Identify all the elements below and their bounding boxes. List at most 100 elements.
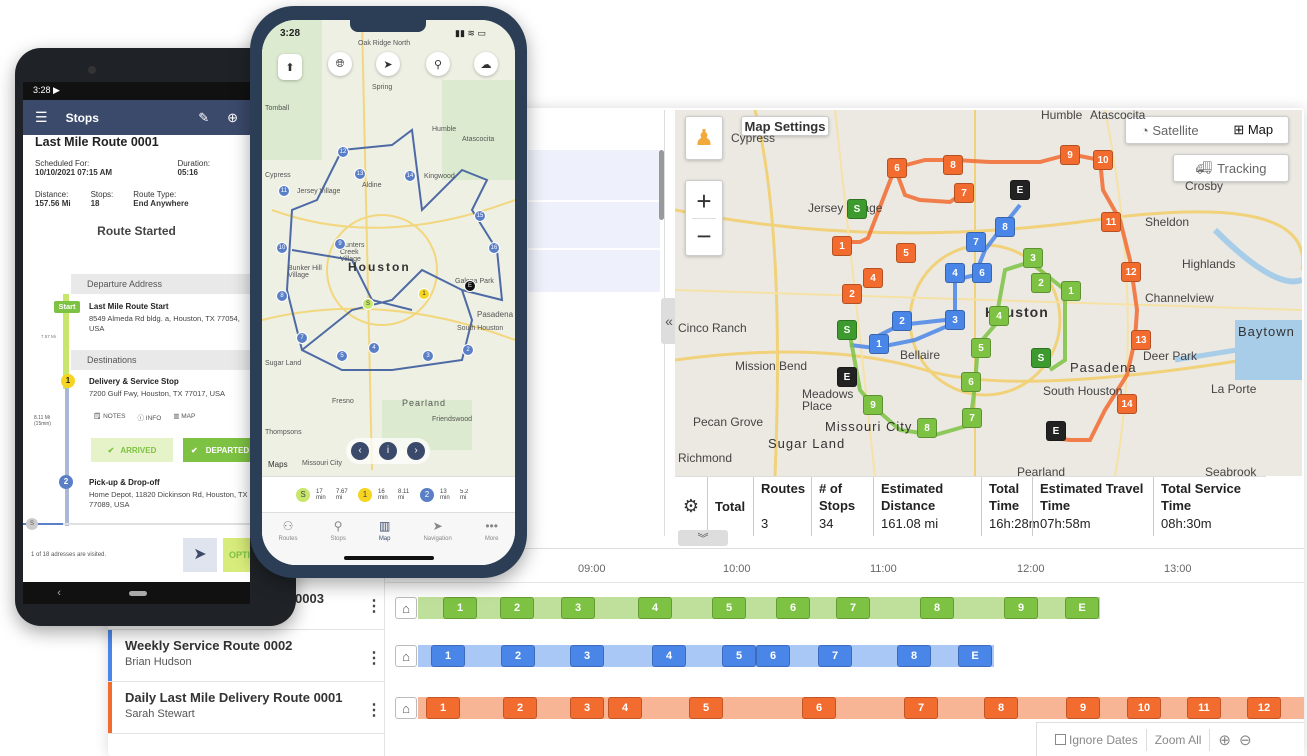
timeline-stop-chip[interactable]: 4 bbox=[638, 597, 672, 619]
route-menu-icon[interactable]: ⋮ bbox=[366, 700, 382, 720]
route-pin[interactable]: 3 bbox=[422, 350, 434, 362]
route-pin[interactable]: 11 bbox=[278, 185, 290, 197]
weather-icon[interactable]: ☁ bbox=[474, 52, 498, 76]
timeline-stop-chip[interactable]: 10 bbox=[1127, 697, 1161, 719]
route-map[interactable]: ♟ Map Settings + − ◔ Satellite ⊞ Map 🚚︎ T… bbox=[675, 110, 1302, 476]
map-stop-pin[interactable]: 3 bbox=[1023, 248, 1043, 268]
arrived-button[interactable]: ✔ ARRIVED bbox=[91, 438, 173, 462]
timeline-stop-chip[interactable]: 1 bbox=[431, 645, 465, 667]
route-row-name[interactable]: Daily Last Mile Delivery Route 0001 Sara… bbox=[108, 682, 384, 734]
map-stop-pin[interactable]: 7 bbox=[954, 183, 974, 203]
satellite-button[interactable]: ◔ Satellite bbox=[1141, 123, 1199, 138]
timeline-stop-chip[interactable]: 5 bbox=[689, 697, 723, 719]
timeline-stop-chip[interactable]: 5 bbox=[712, 597, 746, 619]
map-stop-pin[interactable]: 4 bbox=[863, 268, 883, 288]
timeline-stop-chip[interactable]: 3 bbox=[561, 597, 595, 619]
map-end-pin[interactable]: E bbox=[837, 367, 857, 387]
map-stop-pin[interactable]: 6 bbox=[961, 372, 981, 392]
route-pin[interactable]: 8 bbox=[276, 290, 288, 302]
timeline-stop-chip[interactable]: 3 bbox=[570, 645, 604, 667]
route-pin[interactable]: 13 bbox=[354, 168, 366, 180]
route-pin[interactable]: 15 bbox=[474, 210, 486, 222]
route-pin[interactable]: S bbox=[362, 298, 374, 310]
next-icon[interactable]: › bbox=[407, 442, 425, 460]
timeline-stop-chip[interactable]: 8 bbox=[984, 697, 1018, 719]
map-stop-pin[interactable]: 3 bbox=[945, 310, 965, 330]
navigate-icon[interactable]: ➤ bbox=[183, 538, 217, 572]
timeline-stop-chip[interactable]: E bbox=[1065, 597, 1099, 619]
map-stop-pin[interactable]: 8 bbox=[943, 155, 963, 175]
route-menu-icon[interactable]: ⋮ bbox=[366, 596, 382, 616]
back-icon[interactable]: ‹ bbox=[57, 587, 61, 599]
zoom-in-icon[interactable]: ⊕ bbox=[1218, 731, 1231, 749]
optimize-button[interactable]: OPTI bbox=[223, 538, 250, 572]
timeline-stop-chip[interactable]: 6 bbox=[756, 645, 790, 667]
timeline-stop-chip[interactable]: 7 bbox=[818, 645, 852, 667]
expand-timeline-button[interactable]: ︾ bbox=[678, 530, 728, 546]
timeline-stop-chip[interactable]: 2 bbox=[500, 597, 534, 619]
map-stop-pin[interactable]: 11 bbox=[1101, 212, 1121, 232]
map-stop-pin[interactable]: 1 bbox=[869, 334, 889, 354]
map-stop-pin[interactable]: 14 bbox=[1117, 394, 1137, 414]
map-end-pin[interactable]: E bbox=[1046, 421, 1066, 441]
map-stop-pin[interactable]: 5 bbox=[971, 338, 991, 358]
menu-icon[interactable]: ☰ bbox=[35, 109, 48, 126]
timeline-stop-chip[interactable]: 12 bbox=[1247, 697, 1281, 719]
timeline-stop-chip[interactable]: 6 bbox=[776, 597, 810, 619]
timeline-stop-chip[interactable]: 1 bbox=[443, 597, 477, 619]
tracking-button[interactable]: 🚚︎ Tracking bbox=[1173, 154, 1289, 182]
tab-more[interactable]: ••• More bbox=[485, 519, 499, 565]
timeline-stop-chip[interactable]: 6 bbox=[802, 697, 836, 719]
map-button[interactable]: ▥ MAP bbox=[173, 412, 195, 422]
map-stop-pin[interactable]: S bbox=[1031, 348, 1051, 368]
map-stop-pin[interactable]: 9 bbox=[1060, 145, 1080, 165]
map-stop-pin[interactable]: 8 bbox=[917, 418, 937, 438]
timeline-stop-chip[interactable]: 1 bbox=[426, 697, 460, 719]
zoom-all-button[interactable]: Zoom All bbox=[1155, 733, 1202, 747]
home-icon[interactable]: ⌂ bbox=[395, 597, 417, 619]
tab-routes[interactable]: ⚇ Routes bbox=[278, 519, 297, 565]
timeline-stop-chip[interactable]: 4 bbox=[608, 697, 642, 719]
home-icon[interactable]: ⌂ bbox=[395, 697, 417, 719]
route-pin[interactable]: 7 bbox=[296, 332, 308, 344]
route-pin[interactable]: 4 bbox=[368, 342, 380, 354]
route-pin[interactable]: E bbox=[464, 280, 476, 292]
gear-icon[interactable]: ⚙ bbox=[675, 477, 707, 536]
compass-icon[interactable]: ⬆ bbox=[278, 54, 302, 80]
map-stop-pin[interactable]: 7 bbox=[962, 408, 982, 428]
map-stop-pin[interactable]: 1 bbox=[1061, 281, 1081, 301]
route-pin[interactable]: 14 bbox=[404, 170, 416, 182]
zoom-in-button[interactable]: + bbox=[696, 186, 711, 216]
timeline-stop-chip[interactable]: E bbox=[958, 645, 992, 667]
map-stop-pin[interactable]: 12 bbox=[1121, 262, 1141, 282]
route-pin[interactable]: 10 bbox=[276, 242, 288, 254]
prev-icon[interactable]: ‹ bbox=[351, 442, 369, 460]
location-icon[interactable]: ➤ bbox=[376, 52, 400, 76]
map-stop-pin[interactable]: 9 bbox=[863, 395, 883, 415]
timeline-stop-chip[interactable]: 7 bbox=[904, 697, 938, 719]
route-pin[interactable]: 5 bbox=[336, 350, 348, 362]
map-stop-pin[interactable]: 6 bbox=[887, 158, 907, 178]
zoom-out-icon[interactable]: ⊖ bbox=[1239, 731, 1252, 749]
map-stop-pin[interactable]: 1 bbox=[832, 236, 852, 256]
info-icon[interactable]: i bbox=[379, 442, 397, 460]
route-pin[interactable]: 1 bbox=[418, 288, 430, 300]
timeline-stop-chip[interactable]: 11 bbox=[1187, 697, 1221, 719]
map-stop-pin[interactable]: 6 bbox=[972, 263, 992, 283]
map-stop-pin[interactable]: 5 bbox=[896, 243, 916, 263]
street-view-pegman-icon[interactable]: ♟ bbox=[685, 116, 723, 160]
edit-icon[interactable]: ✎ bbox=[198, 110, 209, 126]
notes-button[interactable]: 🗒︎ NOTES bbox=[93, 412, 125, 422]
map-end-pin[interactable]: E bbox=[1010, 180, 1030, 200]
map-stop-pin[interactable]: 4 bbox=[989, 306, 1009, 326]
map-stop-pin[interactable]: 8 bbox=[995, 217, 1015, 237]
zoom-out-button[interactable]: − bbox=[696, 221, 711, 251]
map-stop-pin[interactable]: 13 bbox=[1131, 330, 1151, 350]
route-row-name[interactable]: Weekly Service Route 0002 Brian Hudson bbox=[108, 630, 384, 682]
timeline-stop-chip[interactable]: 8 bbox=[920, 597, 954, 619]
search-icon[interactable]: ⚲ bbox=[426, 52, 450, 76]
route-pin[interactable]: 16 bbox=[488, 242, 500, 254]
map-stop-pin[interactable]: S bbox=[837, 320, 857, 340]
list-scrollbar[interactable] bbox=[659, 150, 664, 220]
route-menu-icon[interactable]: ⋮ bbox=[366, 648, 382, 668]
